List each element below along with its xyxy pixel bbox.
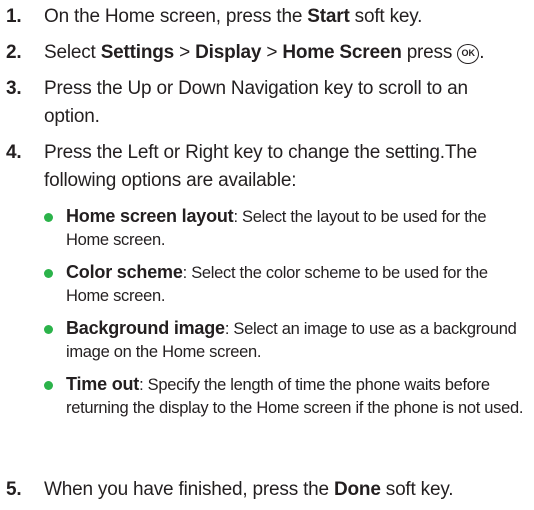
option-home-screen-layout: Home screen layout: Select the layout to…	[44, 205, 524, 252]
step-text: Press the Up or Down Navigation key to s…	[44, 78, 468, 127]
bullet-icon	[44, 381, 53, 390]
step-text: When you have finished, press the Done s…	[44, 479, 454, 500]
step-number: 3.	[6, 78, 22, 99]
bullet-icon	[44, 269, 53, 278]
ok-key-icon: OK	[457, 44, 480, 64]
step-text: Select Settings > Display > Home Screen …	[44, 42, 485, 64]
step-3: 3. Press the Up or Down Navigation key t…	[6, 75, 526, 131]
option-time-out: Time out: Specify the length of time the…	[44, 373, 524, 420]
step-5: 5. When you have finished, press the Don…	[6, 476, 526, 504]
bullet-icon	[44, 213, 53, 222]
step-text: Press the Left or Right key to change th…	[44, 142, 477, 191]
instruction-page: 1. On the Home screen, press the Start s…	[0, 0, 534, 510]
step-number: 2.	[6, 42, 22, 63]
done-softkey-label: Done	[333, 479, 381, 500]
step-text: On the Home screen, press the Start soft…	[44, 6, 423, 27]
option-term: Home screen layout	[66, 206, 234, 226]
start-softkey-label: Start	[307, 6, 350, 27]
home-screen-menu-label: Home Screen	[282, 42, 402, 63]
step-4: 4. Press the Left or Right key to change…	[6, 139, 526, 195]
display-menu-label: Display	[195, 42, 262, 63]
step-2: 2. Select Settings > Display > Home Scre…	[6, 39, 526, 67]
step-number: 5.	[6, 479, 22, 500]
step-number: 1.	[6, 6, 22, 27]
option-color-scheme: Color scheme: Select the color scheme to…	[44, 261, 524, 308]
bullet-icon	[44, 325, 53, 334]
settings-menu-label: Settings	[100, 42, 175, 63]
option-background-image: Background image: Select an image to use…	[44, 317, 524, 364]
option-term: Color scheme	[66, 262, 183, 282]
option-term: Time out	[66, 374, 140, 394]
option-term: Background image	[66, 318, 225, 338]
step-number: 4.	[6, 142, 22, 163]
step-1: 1. On the Home screen, press the Start s…	[6, 3, 526, 31]
